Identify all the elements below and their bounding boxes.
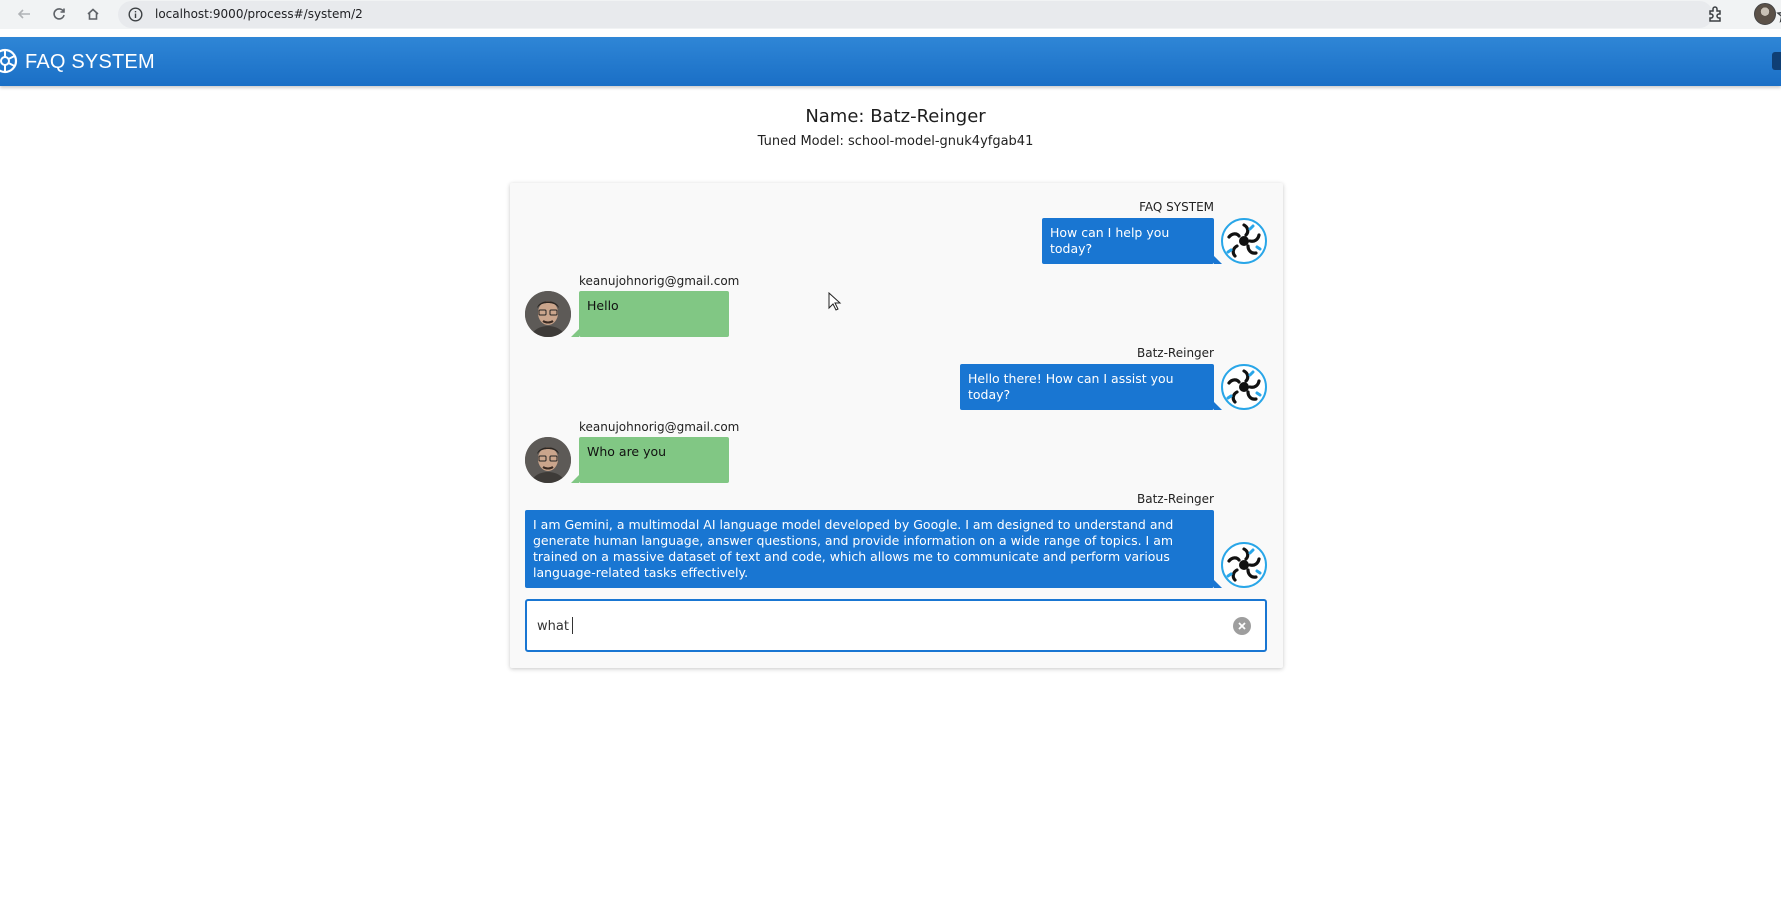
bubble-tail: [1214, 256, 1222, 264]
bubble-tail: [1214, 580, 1222, 588]
app-title[interactable]: FAQ SYSTEM: [25, 51, 155, 74]
app-header: FAQ SYSTEM: [0, 37, 1781, 86]
bubble-tail: [571, 475, 579, 483]
message-sender: keanujohnorig@gmail.com: [579, 274, 740, 288]
browser-toolbar: localhost:9000/process#/system/2: [0, 0, 1781, 29]
bubble-tail: [1214, 402, 1222, 410]
extensions-icon[interactable]: [1706, 4, 1726, 24]
bot-avatar-icon: [1221, 364, 1267, 410]
bot-avatar-icon: [1221, 542, 1267, 588]
user-avatar: [525, 437, 571, 483]
user-avatar: [525, 291, 571, 337]
bubble-tail: [571, 329, 579, 337]
bot-message-bubble: I am Gemini, a multimodal AI language mo…: [525, 510, 1214, 588]
bookmark-star-icon[interactable]: [1776, 6, 1781, 24]
bot-avatar-icon: [1221, 218, 1267, 264]
text-caret: [572, 617, 573, 634]
profile-avatar-icon[interactable]: [1754, 3, 1776, 25]
user-message-bubble: Who are you: [579, 437, 729, 483]
message-sender: keanujohnorig@gmail.com: [579, 420, 740, 434]
message-sender: Batz-Reinger: [1137, 492, 1214, 506]
clear-input-icon[interactable]: [1233, 617, 1251, 635]
url-text[interactable]: localhost:9000/process#/system/2: [155, 7, 363, 21]
address-bar[interactable]: localhost:9000/process#/system/2: [118, 1, 1781, 28]
faq-logo-icon[interactable]: [0, 44, 18, 78]
site-info-icon[interactable]: [128, 7, 143, 22]
home-icon[interactable]: [83, 4, 103, 24]
mouse-pointer-icon: [828, 291, 842, 312]
reload-icon[interactable]: [49, 4, 69, 24]
back-arrow-icon[interactable]: [14, 4, 34, 24]
page-title: Name: Batz-Reinger: [805, 106, 986, 127]
chat-panel: FAQ SYSTEM How can I help you today? kea…: [510, 183, 1283, 668]
user-message-bubble: Hello: [579, 291, 729, 337]
message-input[interactable]: [537, 614, 1217, 638]
message-sender: FAQ SYSTEM: [1139, 200, 1214, 214]
tuned-model-label: Tuned Model: school-model-gnuk4yfgab41: [757, 134, 1034, 149]
bot-message-bubble: Hello there! How can I assist you today?: [960, 364, 1214, 410]
message-input-container[interactable]: [525, 599, 1267, 652]
header-menu-icon[interactable]: [1772, 52, 1781, 70]
bot-message-bubble: How can I help you today?: [1042, 218, 1214, 264]
message-sender: Batz-Reinger: [1137, 346, 1214, 360]
